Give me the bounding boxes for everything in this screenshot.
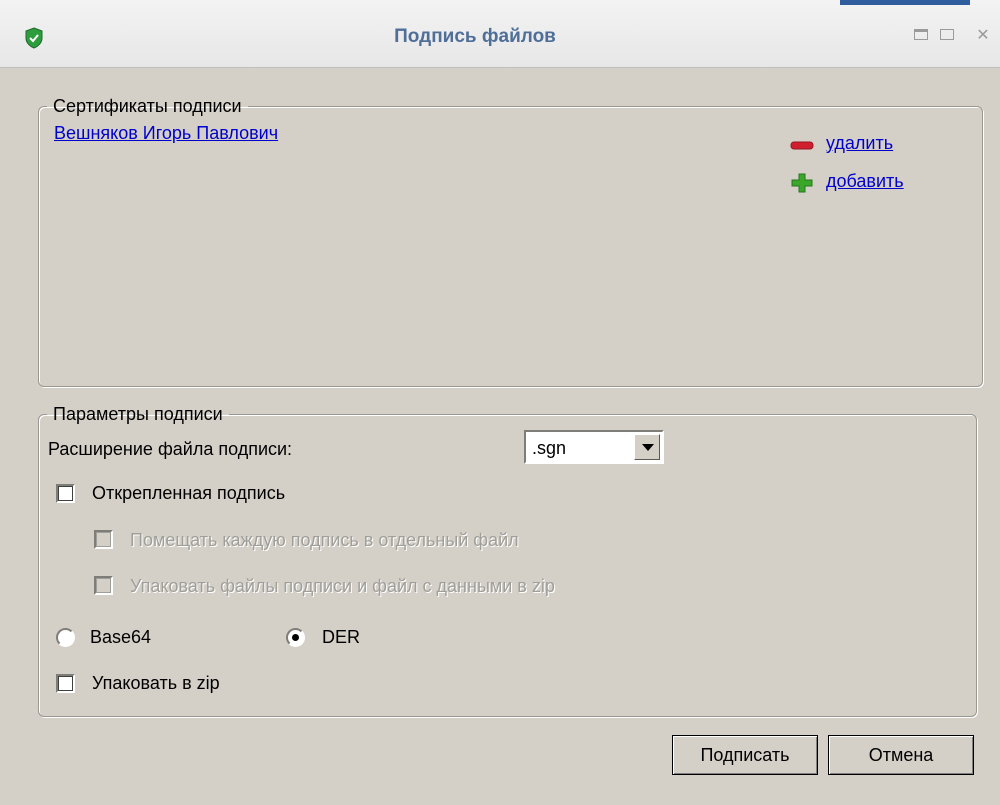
- chevron-down-icon[interactable]: [634, 434, 660, 460]
- plus-icon: [791, 173, 813, 193]
- close-icon[interactable]: ✕: [968, 28, 998, 44]
- pack-with-data-label: Упаковать файлы подписи и файл с данными…: [130, 576, 555, 596]
- separate-files-checkbox: [94, 530, 113, 549]
- base64-label: Base64: [90, 627, 152, 647]
- pack-zip-label: Упаковать в zip: [92, 673, 220, 693]
- base64-radio[interactable]: [56, 628, 75, 647]
- certificate-link[interactable]: Вешняков Игорь Павлович: [54, 123, 278, 144]
- extension-label: Расширение файла подписи:: [48, 439, 293, 459]
- title-accent-bar: [840, 0, 970, 5]
- extension-select[interactable]: .sgn: [524, 430, 664, 464]
- detached-signature-checkbox[interactable]: [56, 484, 75, 503]
- extension-value: .sgn: [532, 438, 567, 458]
- der-radio[interactable]: [286, 628, 305, 647]
- add-label: добавить: [826, 171, 904, 191]
- separate-files-label: Помещать каждую подпись в отдельный файл: [130, 530, 519, 550]
- pack-zip-checkbox[interactable]: [56, 674, 75, 693]
- certificates-legend: Сертификаты подписи: [53, 96, 242, 116]
- der-label: DER: [322, 627, 361, 647]
- pack-with-data-checkbox: [94, 576, 113, 595]
- sign-button[interactable]: Подписать: [672, 735, 818, 775]
- detached-signature-label: Открепленная подпись: [92, 483, 286, 503]
- cancel-button[interactable]: Отмена: [828, 735, 974, 775]
- window-title: Подпись файлов: [394, 26, 556, 47]
- sign-files-dialog: Подпись файлов ✕ Сертификаты подписи Веш…: [0, 0, 1000, 805]
- delete-label: удалить: [826, 133, 894, 153]
- minimize-icon[interactable]: [912, 28, 930, 44]
- minus-icon: [790, 141, 814, 150]
- title-bar[interactable]: Подпись файлов ✕: [0, 0, 1000, 68]
- maximize-icon[interactable]: [938, 28, 956, 44]
- signature-params-legend: Параметры подписи: [53, 404, 223, 424]
